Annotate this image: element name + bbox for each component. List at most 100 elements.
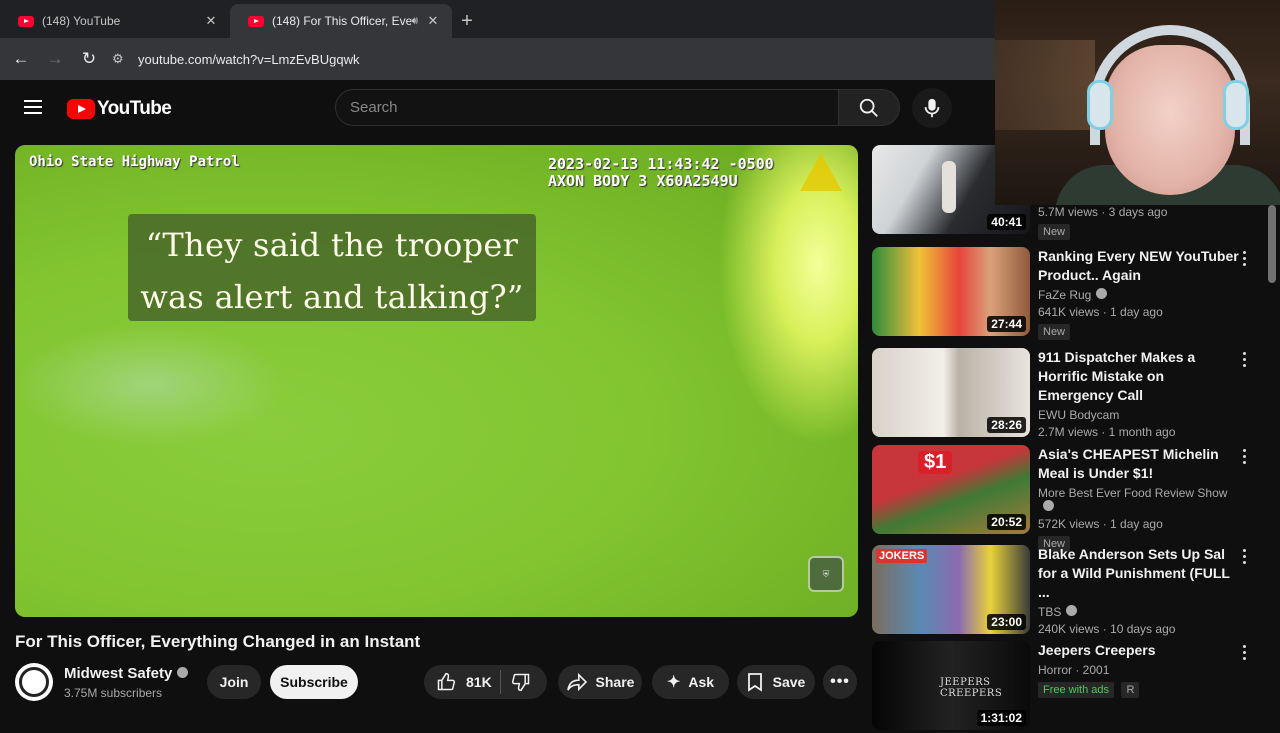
video-views: 240K views · 10 days ago — [1038, 622, 1176, 636]
like-button[interactable]: 81K — [424, 672, 498, 692]
channel-name: More Best Ever Food Review Show — [1038, 486, 1243, 514]
join-button[interactable]: Join — [207, 665, 261, 699]
video-views: 2.7M views · 1 month ago — [1038, 425, 1176, 439]
timestamp-overlay: 2023-02-13 11:43:42 -0500 — [548, 155, 774, 173]
video-title: 911 Dispatcher Makes a Horrific Mistake … — [1038, 349, 1196, 403]
share-button[interactable]: Share — [558, 665, 642, 699]
browser-toolbar: ← → ↻ ⚙︎ youtube.com/watch?v=LmzEvBUgqwk — [0, 38, 995, 80]
thumbs-down-icon — [511, 673, 530, 692]
address-bar[interactable]: ⚙︎ youtube.com/watch?v=LmzEvBUgqwk — [112, 44, 952, 74]
channel-avatar[interactable] — [15, 663, 53, 701]
video-title: Jeepers Creepers — [1038, 642, 1156, 658]
video-views: 5.7M views · 3 days ago — [1038, 205, 1168, 219]
agency-overlay: Ohio State Highway Patrol — [29, 154, 240, 170]
video-duration: 27:44 — [987, 316, 1026, 332]
thumbs-up-icon — [437, 672, 456, 691]
video-duration: 28:26 — [987, 417, 1026, 433]
search-button[interactable] — [838, 89, 900, 126]
new-badge: New — [1038, 224, 1071, 240]
channel-name: TBS — [1038, 605, 1243, 619]
browser-tab-video[interactable]: (148) For This Officer, Everyth 🔊︎ ✕ — [230, 4, 452, 38]
thumbnail-text: JEEPERS CREEPERS — [940, 677, 1003, 699]
close-tab-icon[interactable]: ✕ — [424, 13, 442, 29]
list-item[interactable]: $1 20:52 Asia's CHEAPEST Michelin Meal i… — [872, 445, 1267, 552]
ask-button[interactable]: ✦ Ask — [652, 665, 729, 699]
hamburger-menu-icon[interactable] — [24, 100, 42, 114]
share-label: Share — [595, 674, 635, 690]
new-tab-button[interactable]: + — [452, 4, 482, 38]
video-thumbnail[interactable]: JEEPERS CREEPERS 1:31:02 — [872, 641, 1030, 730]
quote-line-2: was alert and talking?” — [140, 278, 524, 316]
verified-badge-icon — [1043, 500, 1054, 511]
like-dislike-group: 81K — [424, 665, 547, 699]
video-duration: 40:41 — [987, 214, 1026, 230]
tab-title: (148) For This Officer, Everyth — [272, 14, 412, 28]
verified-badge-icon — [177, 667, 189, 678]
sidebar-scrollbar[interactable] — [1268, 205, 1276, 283]
verified-badge-icon — [1096, 288, 1108, 299]
youtube-header: YouTube Search — [0, 80, 995, 136]
video-genre-year: Horror · 2001 — [1038, 663, 1110, 677]
video-thumbnail[interactable]: $1 20:52 — [872, 445, 1030, 534]
search-input[interactable]: Search — [335, 89, 839, 126]
quote-caption: “They said the trooper was alert and tal… — [128, 214, 536, 321]
reload-icon[interactable]: ↻ — [72, 42, 106, 76]
forward-arrow-icon[interactable]: → — [38, 42, 72, 76]
more-vertical-icon[interactable] — [1240, 352, 1248, 370]
video-player[interactable]: Ohio State Highway Patrol 2023-02-13 11:… — [15, 145, 858, 617]
youtube-logo[interactable]: YouTube — [67, 98, 172, 120]
video-title: For This Officer, Everything Changed in … — [15, 632, 421, 651]
browser-tab-youtube[interactable]: (148) YouTube ✕ — [0, 4, 230, 38]
save-label: Save — [772, 674, 806, 690]
webcam-overlay — [995, 0, 1280, 205]
video-thumbnail[interactable]: 27:44 — [872, 247, 1030, 336]
site-settings-icon[interactable]: ⚙︎ — [112, 51, 138, 67]
video-views: 641K views · 1 day ago — [1038, 305, 1163, 319]
back-arrow-icon[interactable]: ← — [4, 42, 38, 76]
tab-title: (148) YouTube — [42, 14, 121, 28]
channel-name: FaZe Rug — [1038, 288, 1243, 302]
dislike-button[interactable] — [503, 672, 531, 692]
more-vertical-icon[interactable] — [1240, 645, 1248, 663]
channel-name: EWU Bodycam — [1038, 408, 1120, 422]
channel-watermark-icon[interactable]: ⛨ — [808, 556, 844, 592]
more-vertical-icon[interactable] — [1240, 549, 1248, 567]
youtube-play-icon — [67, 99, 95, 119]
close-tab-icon[interactable]: ✕ — [202, 13, 220, 29]
channel-name-text: Midwest Safety — [64, 665, 173, 682]
like-count: 81K — [466, 674, 492, 690]
search-placeholder: Search — [350, 99, 398, 116]
new-badge: New — [1038, 324, 1071, 340]
more-horizontal-icon: ••• — [830, 673, 850, 690]
channel-name[interactable]: Midwest Safety — [64, 665, 189, 682]
logo-text: YouTube — [97, 98, 172, 119]
rating-badge: R — [1121, 682, 1140, 698]
subscribe-button[interactable]: Subscribe — [270, 665, 358, 699]
list-item[interactable]: 28:26 911 Dispatcher Makes a Horrific Mi… — [872, 348, 1267, 440]
youtube-favicon-icon — [248, 15, 264, 27]
browser-tab-bar: (148) YouTube ✕ (148) For This Officer, … — [0, 0, 995, 38]
bookmark-icon — [747, 673, 762, 692]
axon-logo-icon — [800, 153, 842, 191]
more-vertical-icon[interactable] — [1240, 251, 1248, 269]
video-thumbnail[interactable]: 28:26 — [872, 348, 1030, 437]
video-duration: 20:52 — [987, 514, 1026, 530]
save-button[interactable]: Save — [737, 665, 815, 699]
list-item[interactable]: JOKERS 23:00 Blake Anderson Sets Up Sal … — [872, 545, 1267, 637]
video-title: Asia's CHEAPEST Michelin Meal is Under $… — [1038, 446, 1219, 481]
video-duration: 1:31:02 — [976, 710, 1026, 726]
sparkle-icon: ✦ — [666, 674, 681, 691]
youtube-favicon-icon — [18, 15, 34, 27]
more-vertical-icon[interactable] — [1240, 449, 1248, 467]
more-actions-button[interactable]: ••• — [823, 665, 857, 699]
thumbnail-text: JOKERS — [876, 549, 928, 563]
search-icon — [859, 98, 878, 117]
video-views: 572K views · 1 day ago — [1038, 517, 1163, 531]
voice-search-button[interactable] — [912, 88, 952, 128]
speaker-icon[interactable]: 🔊︎ — [411, 15, 418, 28]
video-thumbnail[interactable]: JOKERS 23:00 — [872, 545, 1030, 634]
video-title: Blake Anderson Sets Up Sal for a Wild Pu… — [1038, 546, 1230, 600]
list-item[interactable]: JEEPERS CREEPERS 1:31:02 Jeepers Creeper… — [872, 641, 1267, 733]
share-icon — [566, 673, 587, 691]
list-item[interactable]: 27:44 Ranking Every NEW YouTuber Product… — [872, 247, 1267, 340]
